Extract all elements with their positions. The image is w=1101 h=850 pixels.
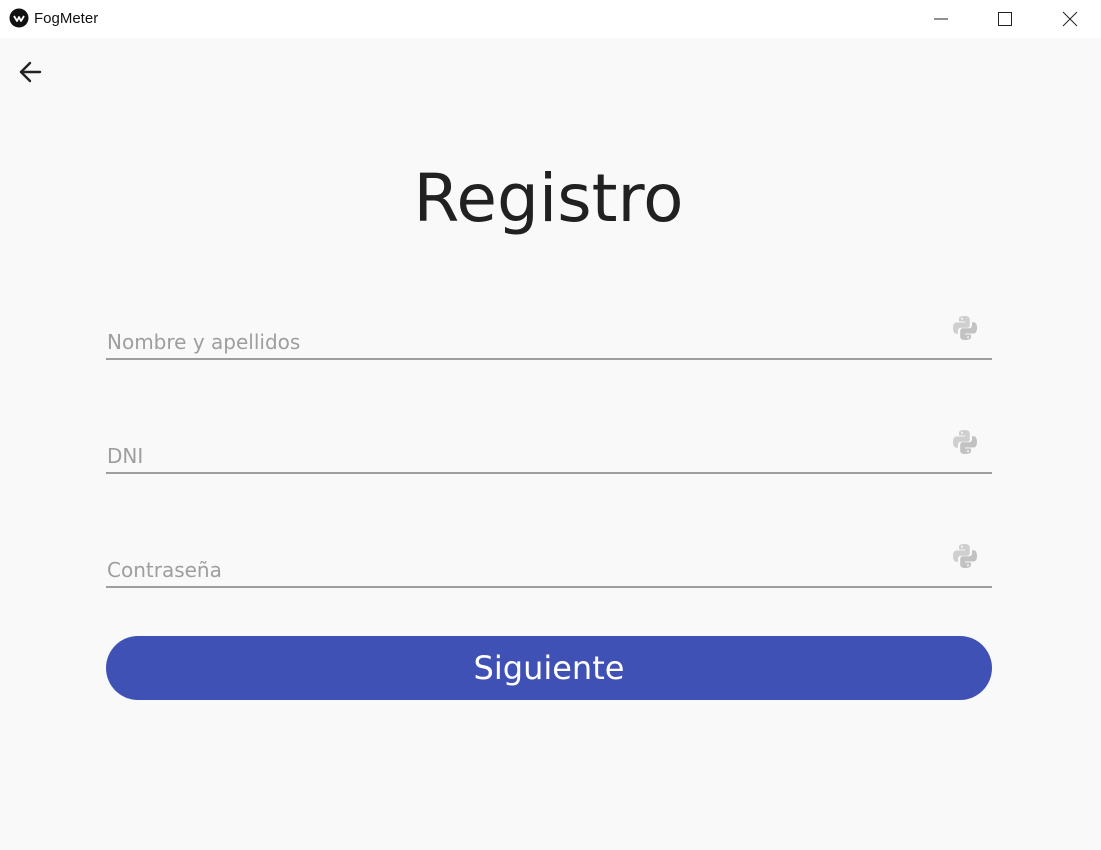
close-icon: [1062, 11, 1078, 27]
next-button[interactable]: Siguiente: [106, 636, 992, 700]
arrow-left-icon: [19, 61, 42, 83]
python-icon: [950, 313, 980, 343]
full-name-field[interactable]: [106, 300, 992, 360]
dni-input[interactable]: [106, 440, 937, 472]
back-button[interactable]: [12, 54, 48, 90]
python-icon: [950, 427, 980, 457]
password-input[interactable]: [106, 554, 937, 586]
kivy-app-icon: [9, 8, 29, 28]
maximize-button[interactable]: [974, 0, 1036, 38]
python-icon: [950, 541, 980, 571]
field-underline: [106, 358, 992, 360]
full-name-input[interactable]: [106, 326, 937, 358]
window-title: FogMeter: [34, 10, 99, 27]
maximize-icon: [998, 12, 1012, 26]
dni-field[interactable]: [106, 414, 992, 474]
field-underline: [106, 586, 992, 588]
app-window: FogMeter Registro Nombre y apellidos DNI…: [0, 0, 1101, 850]
close-button[interactable]: [1039, 0, 1101, 38]
title-bar: FogMeter: [0, 0, 1101, 38]
password-field[interactable]: [106, 528, 992, 588]
minimize-icon: [934, 18, 948, 20]
minimize-button[interactable]: [910, 0, 972, 38]
field-underline: [106, 472, 992, 474]
page-title: Registro: [413, 160, 684, 237]
